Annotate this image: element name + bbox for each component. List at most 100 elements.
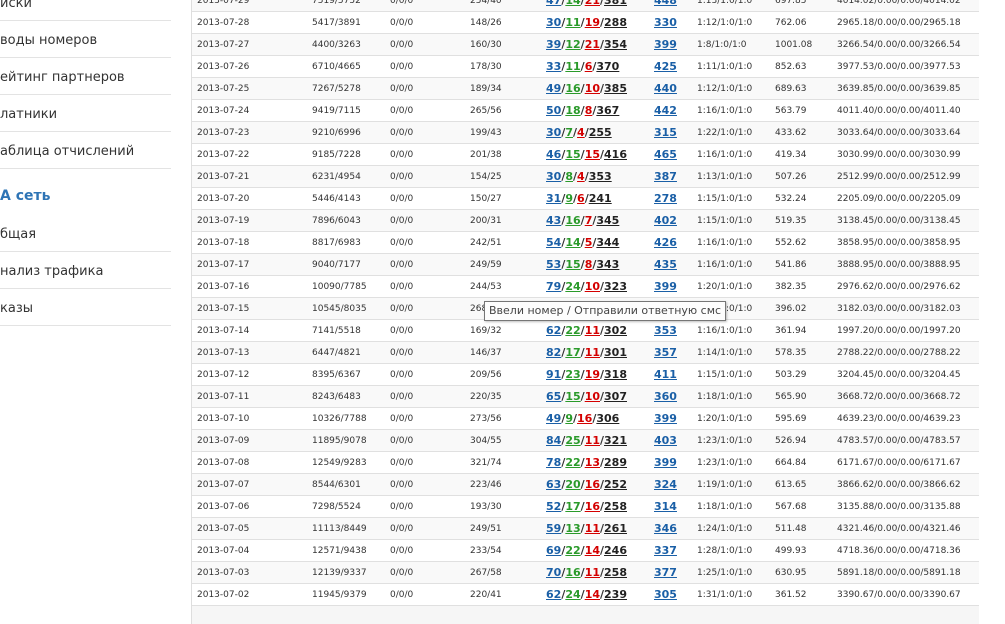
total-link[interactable]: 442 — [654, 104, 677, 117]
breakdown-green-link[interactable]: 22 — [565, 544, 580, 557]
breakdown-green-link[interactable]: 16 — [565, 82, 580, 95]
breakdown-green-link[interactable]: 12 — [565, 38, 580, 51]
breakdown-blue-link[interactable]: 62 — [546, 588, 561, 601]
breakdown-red-link[interactable]: 11 — [585, 522, 600, 535]
total-link[interactable]: 377 — [654, 566, 677, 579]
breakdown-total-link[interactable]: 246 — [604, 544, 627, 557]
breakdown-green-link[interactable]: 22 — [565, 456, 580, 469]
sidebar-section-item-0[interactable]: бщая — [0, 216, 171, 252]
breakdown-red-link[interactable]: 6 — [577, 192, 585, 205]
breakdown-green-link[interactable]: 22 — [565, 324, 580, 337]
breakdown-blue-link[interactable]: 30 — [546, 126, 561, 139]
sidebar-section-item-1[interactable]: нализ трафика — [0, 253, 171, 289]
breakdown-red-link[interactable]: 11 — [585, 346, 600, 359]
total-link[interactable]: 440 — [654, 82, 677, 95]
breakdown-green-link[interactable]: 13 — [565, 522, 580, 535]
total-link[interactable]: 402 — [654, 214, 677, 227]
breakdown-blue-link[interactable]: 78 — [546, 456, 561, 469]
breakdown-green-link[interactable]: 20 — [565, 478, 580, 491]
breakdown-blue-link[interactable]: 49 — [546, 82, 561, 95]
total-link[interactable]: 448 — [654, 0, 677, 7]
breakdown-blue-link[interactable]: 70 — [546, 566, 561, 579]
breakdown-green-link[interactable]: 16 — [565, 566, 580, 579]
breakdown-red-link[interactable]: 11 — [585, 324, 600, 337]
breakdown-blue-link[interactable]: 43 — [546, 214, 561, 227]
breakdown-green-link[interactable]: 25 — [565, 434, 580, 447]
breakdown-total-link[interactable]: 307 — [604, 390, 627, 403]
total-link[interactable]: 399 — [654, 38, 677, 51]
total-link[interactable]: 360 — [654, 390, 677, 403]
breakdown-blue-link[interactable]: 31 — [546, 192, 561, 205]
breakdown-red-link[interactable]: 14 — [585, 544, 600, 557]
breakdown-blue-link[interactable]: 52 — [546, 500, 561, 513]
breakdown-total-link[interactable]: 416 — [604, 148, 627, 161]
breakdown-green-link[interactable]: 23 — [565, 368, 580, 381]
breakdown-total-link[interactable]: 353 — [589, 170, 612, 183]
breakdown-total-link[interactable]: 261 — [604, 522, 627, 535]
breakdown-blue-link[interactable]: 30 — [546, 16, 561, 29]
total-link[interactable]: 403 — [654, 434, 677, 447]
breakdown-blue-link[interactable]: 33 — [546, 60, 561, 73]
sidebar-item-0[interactable]: иски — [0, 0, 171, 21]
breakdown-green-link[interactable]: 16 — [565, 214, 580, 227]
sidebar-item-3[interactable]: латники — [0, 96, 171, 132]
breakdown-total-link[interactable]: 354 — [604, 38, 627, 51]
breakdown-blue-link[interactable]: 46 — [546, 148, 561, 161]
total-link[interactable]: 324 — [654, 478, 677, 491]
breakdown-green-link[interactable]: 18 — [565, 104, 580, 117]
breakdown-total-link[interactable]: 318 — [604, 368, 627, 381]
breakdown-green-link[interactable]: 9 — [565, 412, 573, 425]
breakdown-green-link[interactable]: 7 — [565, 126, 573, 139]
breakdown-green-link[interactable]: 15 — [565, 148, 580, 161]
total-link[interactable]: 278 — [654, 192, 677, 205]
breakdown-red-link[interactable]: 10 — [585, 280, 600, 293]
breakdown-blue-link[interactable]: 47 — [546, 0, 561, 7]
breakdown-green-link[interactable]: 14 — [565, 0, 580, 7]
breakdown-red-link[interactable]: 14 — [585, 588, 600, 601]
breakdown-total-link[interactable]: 258 — [604, 566, 627, 579]
breakdown-total-link[interactable]: 289 — [604, 456, 627, 469]
breakdown-total-link[interactable]: 344 — [596, 236, 619, 249]
breakdown-blue-link[interactable]: 49 — [546, 412, 561, 425]
breakdown-green-link[interactable]: 17 — [565, 500, 580, 513]
breakdown-red-link[interactable]: 4 — [577, 170, 585, 183]
breakdown-red-link[interactable]: 21 — [585, 0, 600, 7]
sidebar-section-item-2[interactable]: казы — [0, 290, 171, 326]
breakdown-red-link[interactable]: 10 — [585, 390, 600, 403]
breakdown-red-link[interactable]: 21 — [585, 38, 600, 51]
breakdown-red-link[interactable]: 15 — [585, 148, 600, 161]
breakdown-red-link[interactable]: 19 — [585, 368, 600, 381]
breakdown-green-link[interactable]: 14 — [565, 236, 580, 249]
sidebar-item-1[interactable]: воды номеров — [0, 22, 171, 58]
breakdown-red-link[interactable]: 11 — [585, 566, 600, 579]
total-link[interactable]: 353 — [654, 324, 677, 337]
breakdown-green-link[interactable]: 24 — [565, 280, 580, 293]
breakdown-blue-link[interactable]: 50 — [546, 104, 561, 117]
breakdown-total-link[interactable]: 343 — [596, 258, 619, 271]
breakdown-blue-link[interactable]: 65 — [546, 390, 561, 403]
breakdown-blue-link[interactable]: 69 — [546, 544, 561, 557]
total-link[interactable]: 399 — [654, 280, 677, 293]
sidebar-item-4[interactable]: аблица отчислений — [0, 133, 171, 169]
total-link[interactable]: 425 — [654, 60, 677, 73]
breakdown-green-link[interactable]: 15 — [565, 258, 580, 271]
breakdown-total-link[interactable]: 252 — [604, 478, 627, 491]
total-link[interactable]: 330 — [654, 16, 677, 29]
breakdown-red-link[interactable]: 10 — [585, 82, 600, 95]
breakdown-total-link[interactable]: 258 — [604, 500, 627, 513]
breakdown-total-link[interactable]: 306 — [596, 412, 619, 425]
breakdown-red-link[interactable]: 16 — [585, 478, 600, 491]
breakdown-total-link[interactable]: 321 — [604, 434, 627, 447]
breakdown-red-link[interactable]: 16 — [585, 500, 600, 513]
total-link[interactable]: 337 — [654, 544, 677, 557]
breakdown-red-link[interactable]: 19 — [585, 16, 600, 29]
breakdown-total-link[interactable]: 381 — [604, 0, 627, 7]
breakdown-total-link[interactable]: 370 — [596, 60, 619, 73]
total-link[interactable]: 399 — [654, 412, 677, 425]
breakdown-green-link[interactable]: 24 — [565, 588, 580, 601]
total-link[interactable]: 315 — [654, 126, 677, 139]
breakdown-total-link[interactable]: 288 — [604, 16, 627, 29]
breakdown-total-link[interactable]: 239 — [604, 588, 627, 601]
breakdown-red-link[interactable]: 13 — [585, 456, 600, 469]
breakdown-blue-link[interactable]: 84 — [546, 434, 561, 447]
